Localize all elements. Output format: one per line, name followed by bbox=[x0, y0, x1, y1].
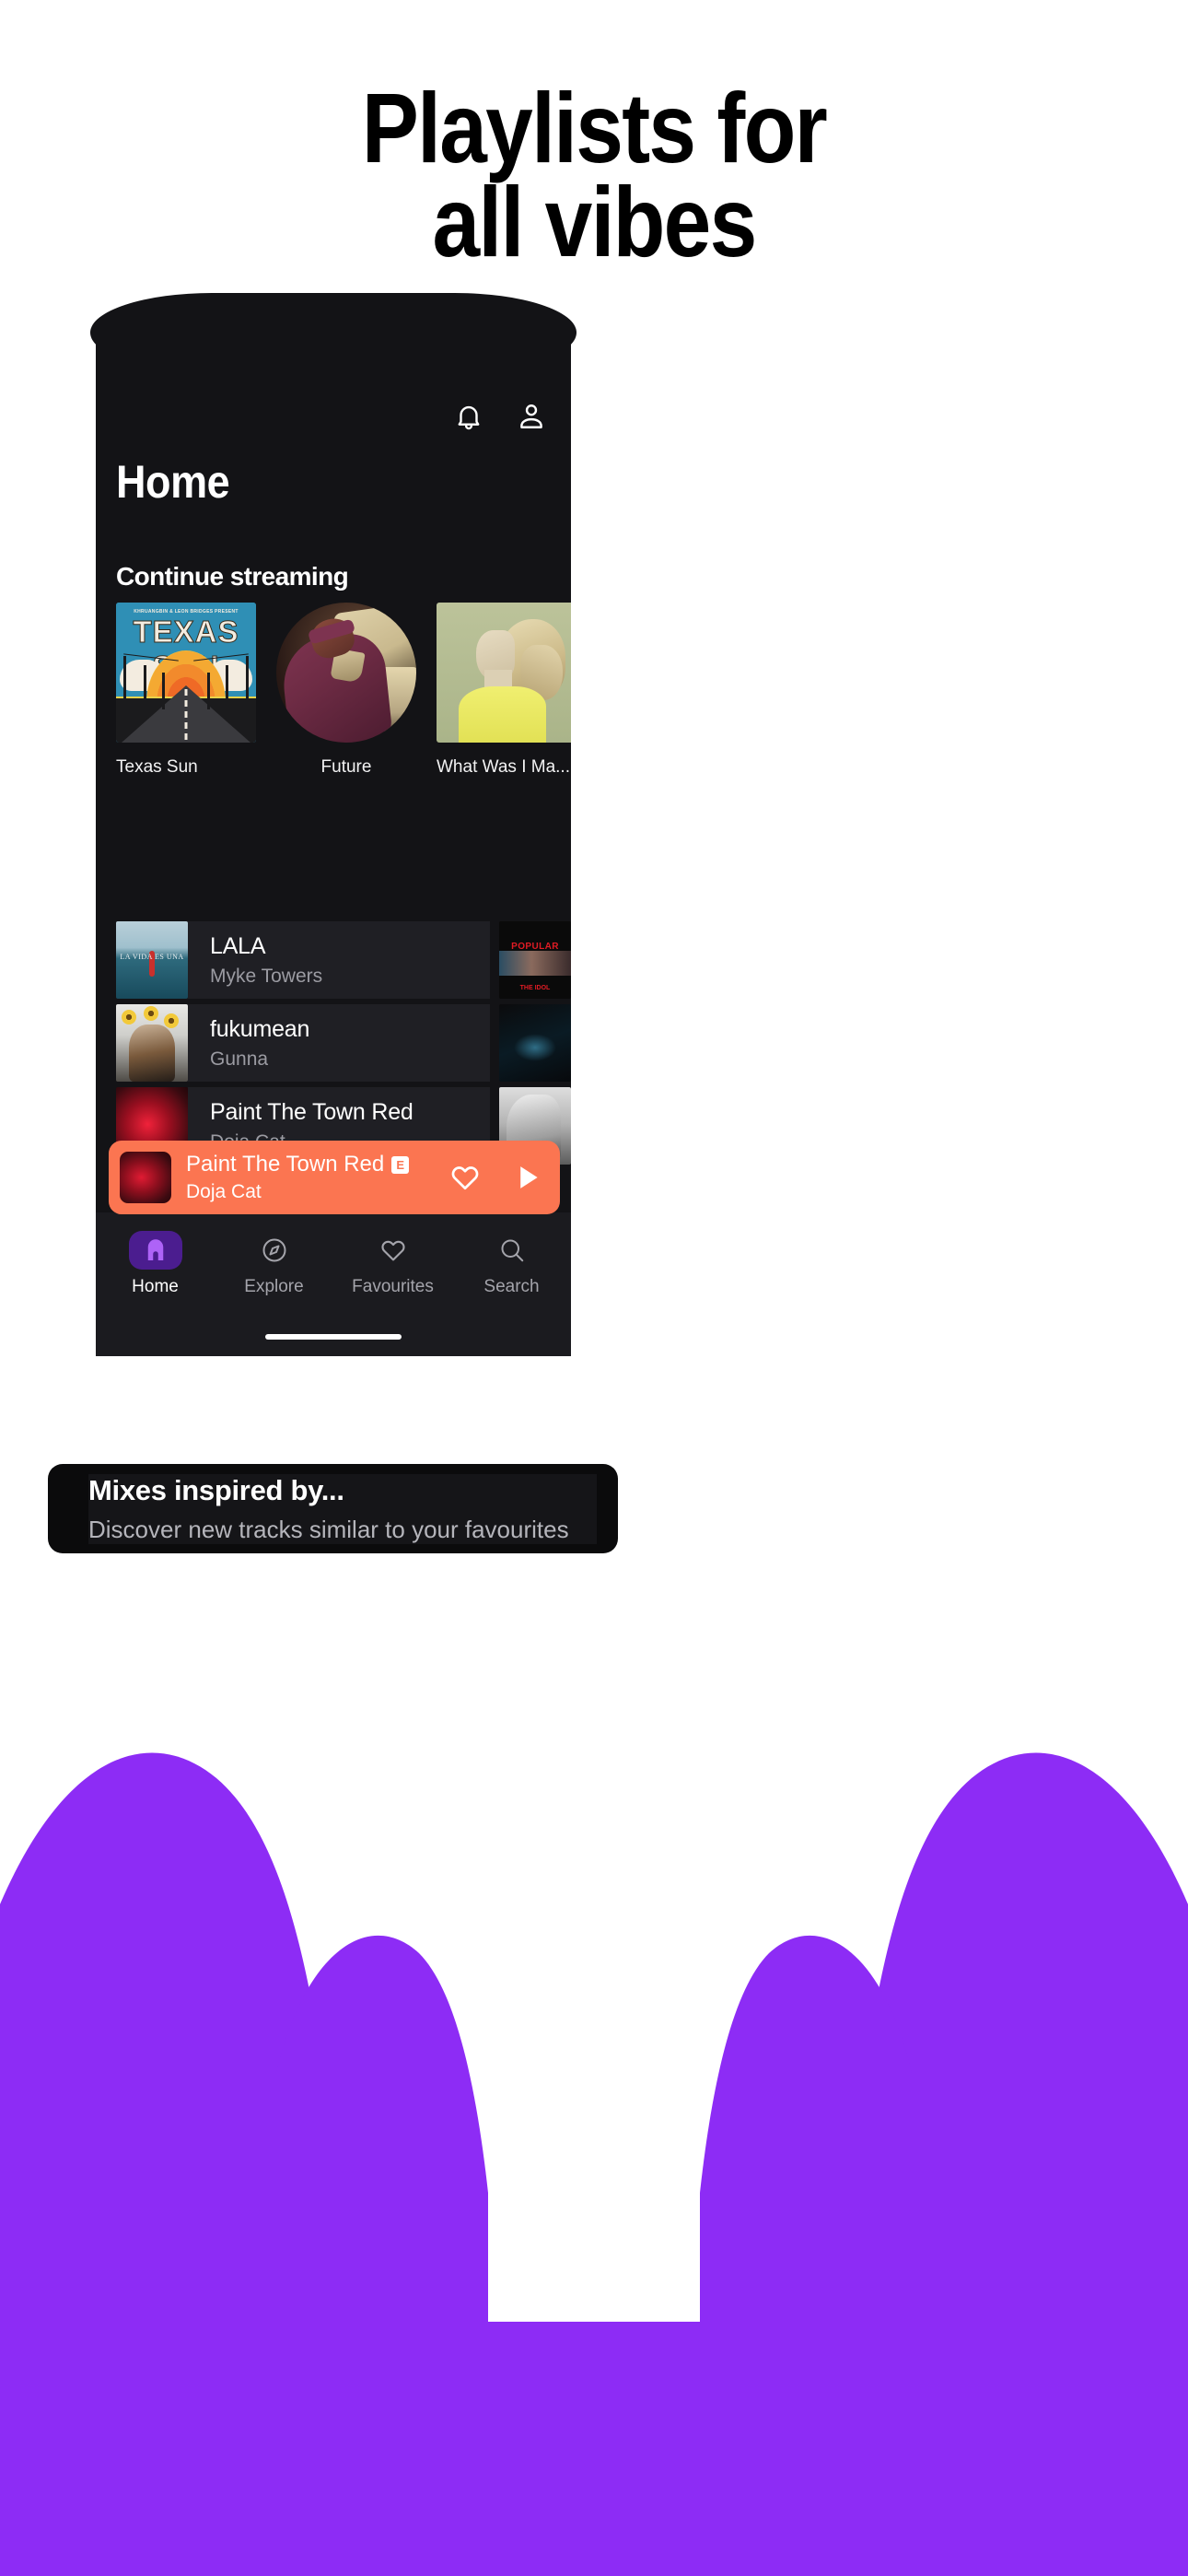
page-title: Home bbox=[116, 456, 230, 508]
card-label: Texas Sun bbox=[116, 757, 198, 777]
nav-label: Explore bbox=[244, 1277, 304, 1296]
continue-streaming-card[interactable]: What Was I Ma... bbox=[437, 603, 571, 814]
nav-label: Favourites bbox=[352, 1277, 434, 1296]
la-vida-es-una-art[interactable]: LA VIDA ES UNA bbox=[116, 921, 188, 999]
phone-mockup: Home Continue streaming KHRUANGBIN & LEO… bbox=[90, 293, 577, 1356]
card-label: What Was I Ma... bbox=[437, 757, 570, 777]
mixes-callout-banner: Mixes inspired by... Discover new tracks… bbox=[48, 1464, 618, 1553]
explicit-badge: E bbox=[391, 1155, 410, 1174]
nav-label: Search bbox=[483, 1277, 540, 1296]
phone-screen: Home Continue streaming KHRUANGBIN & LEO… bbox=[96, 324, 571, 1356]
track-artist: Myke Towers bbox=[210, 965, 323, 987]
heart-outline-icon bbox=[379, 1236, 407, 1264]
now-playing-artist: Doja Cat bbox=[186, 1181, 262, 1202]
headline-line-2: all vibes bbox=[432, 165, 757, 277]
nav-item-home[interactable]: Home bbox=[96, 1231, 215, 1297]
purple-mountains-decoration bbox=[0, 1677, 1188, 2576]
continue-streaming-label: Continue streaming bbox=[116, 562, 349, 591]
nav-icon-background bbox=[248, 1231, 301, 1270]
what-was-i-made-for-art[interactable] bbox=[437, 603, 571, 743]
card-label: Future bbox=[320, 757, 372, 777]
continue-streaming-card[interactable]: KHRUANGBIN & LEON BRIDGES PRESENT TEXAS … bbox=[116, 603, 256, 814]
texas-sun-album-art[interactable]: KHRUANGBIN & LEON BRIDGES PRESENT TEXAS … bbox=[116, 603, 256, 743]
mixes-track-list: LA VIDA ES UNA LALA Myke Towers POPULAR … bbox=[96, 921, 571, 1170]
home-icon bbox=[142, 1236, 169, 1264]
play-icon[interactable] bbox=[512, 1162, 543, 1193]
now-playing-title: Paint The Town Red bbox=[186, 1152, 385, 1177]
heart-outline-icon[interactable] bbox=[449, 1162, 481, 1193]
now-playing-actions bbox=[449, 1162, 543, 1193]
popular-the-idol-art[interactable]: POPULAR THE IDOL bbox=[499, 921, 571, 999]
dark-video-thumbnail[interactable] bbox=[499, 1004, 571, 1082]
promo-headline: Playlists for all vibes bbox=[83, 78, 1104, 277]
compass-icon bbox=[261, 1236, 288, 1264]
track-artist: Gunna bbox=[210, 1048, 269, 1070]
now-playing-text: Paint The Town Red E Doja Cat bbox=[171, 1152, 449, 1203]
side-art-subcaption: THE IDOL bbox=[519, 985, 551, 992]
track-title: fukumean bbox=[210, 1015, 310, 1042]
a-gift-and-a-curse-art[interactable] bbox=[116, 1004, 188, 1082]
bell-icon[interactable] bbox=[453, 401, 484, 432]
track-info[interactable]: LALA Myke Towers bbox=[188, 921, 490, 999]
now-playing-artwork bbox=[120, 1152, 171, 1203]
now-playing-bar[interactable]: Paint The Town Red E Doja Cat bbox=[109, 1141, 560, 1214]
callout-subtitle: Discover new tracks similar to your favo… bbox=[88, 1516, 569, 1543]
home-indicator bbox=[265, 1334, 402, 1340]
continue-streaming-row[interactable]: KHRUANGBIN & LEON BRIDGES PRESENT TEXAS … bbox=[116, 603, 571, 814]
callout-title: Mixes inspired by... bbox=[88, 1474, 344, 1506]
track-info[interactable]: fukumean Gunna bbox=[188, 1004, 490, 1082]
nav-label: Home bbox=[132, 1277, 179, 1296]
nav-item-explore[interactable]: Explore bbox=[215, 1231, 333, 1297]
nav-icon-background bbox=[367, 1231, 420, 1270]
future-artist-photo[interactable] bbox=[276, 603, 416, 743]
nav-icon-background bbox=[128, 1231, 182, 1270]
art-caption: LA VIDA ES UNA bbox=[120, 952, 184, 961]
track-title: LALA bbox=[210, 932, 266, 959]
track-title: Paint The Town Red bbox=[210, 1098, 413, 1125]
table-row[interactable]: LA VIDA ES UNA LALA Myke Towers POPULAR … bbox=[96, 921, 571, 999]
table-row[interactable]: fukumean Gunna bbox=[96, 1004, 571, 1082]
callout-content: Mixes inspired by... Discover new tracks… bbox=[88, 1474, 597, 1544]
continue-streaming-card[interactable]: Future bbox=[276, 603, 416, 814]
nav-item-search[interactable]: Search bbox=[452, 1231, 571, 1297]
nav-icon-background bbox=[485, 1231, 539, 1270]
nav-item-favourites[interactable]: Favourites bbox=[333, 1231, 452, 1297]
app-header bbox=[96, 381, 571, 451]
now-playing-title-row: Paint The Town Red E bbox=[186, 1152, 449, 1177]
person-icon[interactable] bbox=[516, 401, 547, 432]
search-icon bbox=[498, 1236, 526, 1264]
